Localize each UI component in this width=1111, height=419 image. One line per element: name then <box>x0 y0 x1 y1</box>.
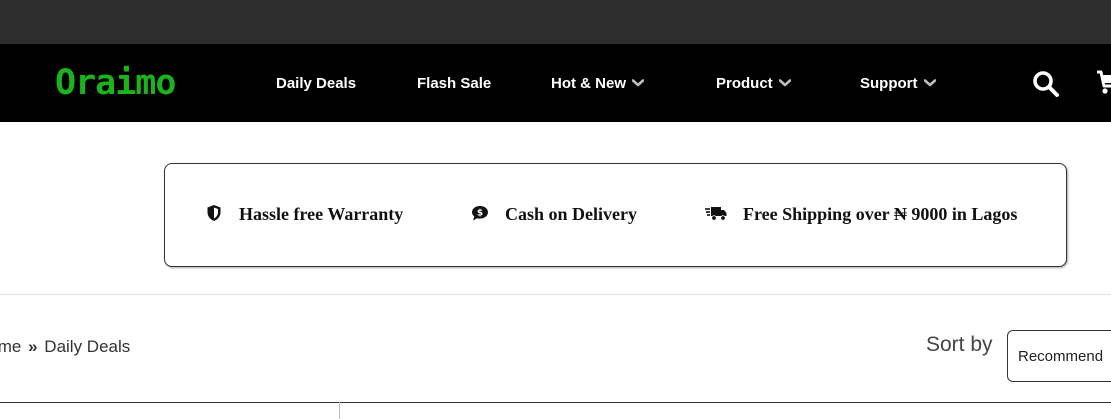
sidebar-divider <box>339 402 340 419</box>
main-navbar: Oraimo Daily Deals Flash Sale Hot & New … <box>0 44 1111 122</box>
cart-icon[interactable] <box>1097 68 1111 96</box>
feature-cash-on-delivery: $ Cash on Delivery <box>471 204 637 225</box>
nav-item-hot-new[interactable]: Hot & New <box>551 44 644 122</box>
breadcrumb-separator: » <box>28 337 38 356</box>
nav-item-flash-sale[interactable]: Flash Sale <box>417 44 491 122</box>
content-top-border <box>0 402 1111 403</box>
nav-item-support[interactable]: Support <box>860 44 936 122</box>
feature-text: Cash on Delivery <box>505 204 637 224</box>
breadcrumb: Home » Daily Deals <box>0 337 130 357</box>
top-bar <box>0 0 1111 44</box>
sort-select[interactable]: Recommend <box>1007 330 1111 382</box>
nav-item-label: Flash Sale <box>417 74 492 92</box>
nav-item-label: Product <box>716 74 773 92</box>
chevron-down-icon <box>923 79 936 87</box>
feature-text: Hassle free Warranty <box>239 204 404 224</box>
chevron-down-icon <box>632 79 644 87</box>
chevron-down-icon <box>778 79 791 87</box>
brand-logo[interactable]: Oraimo <box>55 62 176 104</box>
nav-item-label: Daily Deals <box>276 74 357 92</box>
cash-icon: $ <box>471 204 489 222</box>
service-features-box: Hassle free Warranty $ Cash on Delivery … <box>164 163 1067 267</box>
shield-icon <box>205 204 223 222</box>
section-divider <box>0 294 1111 295</box>
truck-icon <box>705 204 727 222</box>
nav-item-label: Support <box>860 74 918 92</box>
nav-item-daily-deals[interactable]: Daily Deals <box>276 44 356 122</box>
nav-item-product[interactable]: Product <box>716 44 791 122</box>
sort-label: Sort by <box>926 333 993 356</box>
feature-warranty: Hassle free Warranty <box>205 204 403 225</box>
sort-selected-value: Recommend <box>1018 347 1104 365</box>
breadcrumb-current: Daily Deals <box>44 337 131 356</box>
nav-item-label: Hot & New <box>551 74 626 92</box>
feature-free-shipping: Free Shipping over ₦ 9000 in Lagos <box>705 204 1017 225</box>
search-icon[interactable] <box>1032 70 1060 98</box>
svg-text:$: $ <box>477 208 483 218</box>
breadcrumb-home-link[interactable]: Home <box>0 337 21 356</box>
feature-text: Free Shipping over ₦ 9000 in Lagos <box>743 204 1018 224</box>
